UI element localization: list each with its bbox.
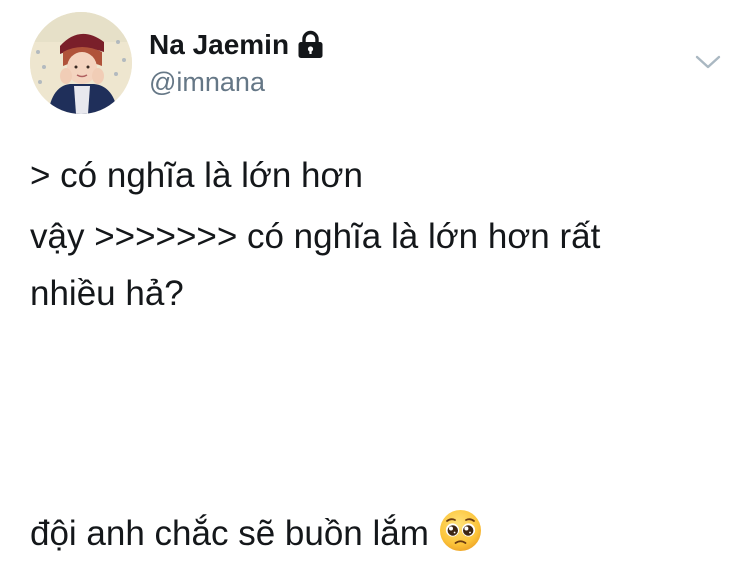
tweet-text-last-line: đội anh chắc sẽ buồn lắm xyxy=(30,505,720,562)
tweet-text-line: > có nghĩa là lớn hơn xyxy=(30,156,363,195)
tweet-text-line: đội anh chắc sẽ buồn lắm xyxy=(30,514,429,553)
display-name-row[interactable]: Na Jaemin xyxy=(149,28,324,62)
tweet-text-line: nhiều hả? xyxy=(30,274,184,313)
tweet-card: Na Jaemin @imnana > có nghĩa là lớn hơn … xyxy=(0,0,750,577)
avatar[interactable] xyxy=(30,12,132,114)
profile-photo-image xyxy=(30,12,132,114)
pleading-face-emoji-icon xyxy=(439,509,482,552)
user-handle[interactable]: @imnana xyxy=(149,66,265,98)
lock-icon xyxy=(297,30,324,60)
chevron-down-icon[interactable] xyxy=(694,52,722,72)
display-name[interactable]: Na Jaemin xyxy=(149,28,289,62)
tweet-text-line: vậy >>>>>>> có nghĩa là lớn hơn rất xyxy=(30,217,601,256)
